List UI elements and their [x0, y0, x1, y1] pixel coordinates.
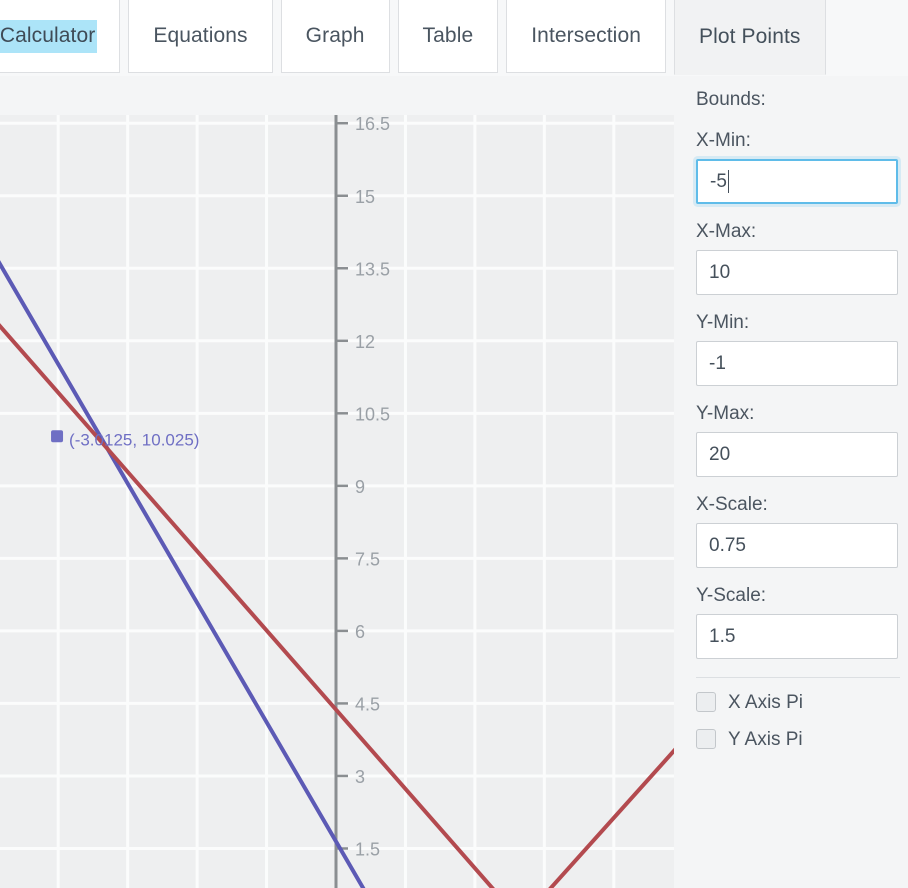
y-max-label: Y-Max: [696, 403, 755, 424]
x-min-label: X-Min: [696, 130, 751, 151]
y-tick-label: 4.5 [355, 694, 380, 714]
tab-intersection-label: Intersection [531, 24, 642, 47]
intersection-marker[interactable] [51, 430, 64, 443]
tab-graph[interactable]: Graph [280, 0, 390, 73]
y-axis-pi-label: Y Axis Pi [728, 728, 803, 750]
x-min-input[interactable]: -5 [696, 159, 898, 204]
y-tick-label: 9 [355, 477, 365, 497]
text-cursor [727, 170, 729, 193]
y-min-label: Y-Min: [696, 312, 750, 333]
y-tick-label: 13.5 [355, 259, 390, 279]
sidebar-divider [696, 677, 900, 678]
tab-strip: phing Calculator Equations Graph Table Inter… [0, 0, 834, 76]
x-scale-input[interactable]: 0.75 [696, 523, 898, 568]
content-area: 1.534.567.5910.51213.51516.5-3-2.25-1.5-… [0, 76, 908, 888]
tab-plot-points-label: Plot Points [699, 25, 801, 48]
x-max-input[interactable]: 10 [696, 250, 898, 295]
tab-graphing-calculator-label: phing Calculator [0, 19, 98, 53]
y-scale-value: 1.5 [709, 625, 736, 647]
y-max-value: 20 [709, 443, 731, 465]
x-max-label: X-Max: [696, 221, 757, 242]
x-scale-value: 0.75 [709, 534, 746, 556]
bounds-fields: X-Min: -5 X-Max: 10 Y-Min: -1 Y-Max: 20 X-Scale:… [696, 131, 900, 659]
y-tick-label: 7.5 [355, 549, 380, 569]
y-tick-label: 16.5 [355, 115, 390, 134]
checkbox-row-y-axis-pi[interactable]: Y Axis Pi [696, 729, 900, 749]
tab-intersection[interactable]: Intersection [506, 0, 667, 73]
bounds-form: Bounds: X-Min: -5 X-Max: 10 Y-Min: -1 Y-Max: 20… [696, 90, 900, 766]
y-tick-label: 10.5 [355, 404, 390, 424]
tab-graph-label: Graph [305, 24, 365, 47]
y-tick-label: 6 [355, 622, 365, 642]
tab-plot-points[interactable]: Plot Points [674, 0, 826, 75]
y-min-value: -1 [709, 352, 726, 374]
y-max-input[interactable]: 20 [696, 432, 898, 477]
series-line-blue [0, 260, 366, 888]
x-min-value: -5 [710, 170, 727, 192]
tab-equations-label: Equations [153, 24, 248, 47]
y-min-input[interactable]: -1 [696, 341, 898, 386]
plot-svg: 1.534.567.5910.51213.51516.5-3-2.25-1.5-… [0, 115, 674, 888]
graph-panel[interactable]: 1.534.567.5910.51213.51516.5-3-2.25-1.5-… [0, 76, 674, 888]
tab-bar: phing Calculator Equations Graph Table Inter… [0, 0, 908, 76]
tab-equations[interactable]: Equations [128, 0, 273, 73]
x-max-value: 10 [709, 261, 731, 283]
tab-table[interactable]: Table [397, 0, 499, 73]
x-axis-pi-label: X Axis Pi [728, 691, 803, 713]
y-tick-label: 15 [355, 187, 375, 207]
plot-canvas[interactable]: 1.534.567.5910.51213.51516.5-3-2.25-1.5-… [0, 115, 674, 888]
axis-pi-checkboxes: X Axis Pi Y Axis Pi [696, 692, 900, 749]
graphing-calculator-app: phing Calculator Equations Graph Table Inter… [0, 0, 908, 888]
intersection-label: (-3.0125, 10.025) [69, 430, 199, 449]
y-scale-input[interactable]: 1.5 [696, 614, 898, 659]
y-tick-label: 12 [355, 332, 375, 352]
x-scale-label: X-Scale: [696, 494, 768, 515]
y-scale-label: Y-Scale: [696, 585, 767, 606]
bounds-sidebar: Bounds: X-Min: -5 X-Max: 10 Y-Min: -1 Y-Max: 20… [674, 76, 908, 888]
y-axis-pi-checkbox[interactable] [696, 729, 716, 749]
checkbox-row-x-axis-pi[interactable]: X Axis Pi [696, 692, 900, 712]
tab-graphing-calculator[interactable]: phing Calculator [0, 0, 121, 73]
x-axis-pi-checkbox[interactable] [696, 692, 716, 712]
y-tick-label: 1.5 [355, 839, 380, 859]
tab-table-label: Table [422, 24, 474, 47]
y-tick-label: 3 [355, 767, 365, 787]
bounds-heading: Bounds: [696, 89, 766, 110]
